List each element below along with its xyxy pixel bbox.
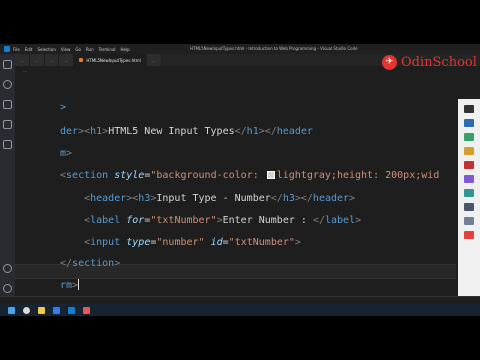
redo-tool-icon[interactable] — [464, 217, 474, 225]
color-swatch[interactable] — [266, 171, 275, 179]
windows-taskbar — [0, 304, 480, 316]
status-bar — [0, 296, 480, 304]
undo-tool-icon[interactable] — [464, 203, 474, 211]
tab-label: ... — [64, 57, 69, 63]
text-tool-icon[interactable] — [464, 189, 474, 197]
code-line: rm> — [60, 279, 80, 291]
tab[interactable]: ... — [29, 54, 45, 66]
code-line: <section style="background-color: lightg… — [60, 170, 440, 181]
start-icon[interactable] — [8, 306, 15, 314]
clear-tool-icon[interactable] — [464, 231, 474, 239]
right-toolbar — [458, 99, 480, 299]
menu-file[interactable]: File — [13, 47, 20, 52]
search-icon[interactable] — [3, 80, 12, 89]
breadcrumb-text[interactable]: ... — [23, 68, 27, 73]
code-line: </section> — [60, 258, 121, 269]
tab[interactable]: ... — [59, 54, 75, 66]
tab-label: ... — [151, 57, 156, 63]
search-taskbar-icon[interactable] — [23, 306, 30, 314]
menu-go[interactable]: Go — [75, 47, 81, 52]
menu-help[interactable]: Help — [121, 47, 130, 52]
extensions-icon[interactable] — [3, 140, 12, 149]
tab[interactable]: ... — [15, 54, 30, 66]
menu-view[interactable]: View — [61, 47, 71, 52]
menu-edit[interactable]: Edit — [25, 47, 33, 52]
run-debug-icon[interactable] — [3, 120, 12, 129]
html-file-icon — [79, 58, 84, 62]
tab-label: ... — [49, 57, 54, 63]
settings-gear-icon[interactable] — [3, 284, 12, 293]
menu-terminal[interactable]: Terminal — [99, 47, 116, 52]
text-cursor — [78, 279, 80, 290]
code-line: <header><h3>Input Type - Number</h3></he… — [84, 193, 356, 204]
menu-selection[interactable]: Selection — [37, 47, 55, 52]
logo-text: OdinSchool — [401, 54, 477, 70]
app-taskbar-icon[interactable] — [83, 306, 90, 314]
pen-tool-icon[interactable] — [464, 119, 474, 127]
code-line: m> — [60, 148, 73, 159]
odinschool-logo-icon: ✈ — [382, 54, 397, 70]
file-explorer-icon[interactable] — [38, 306, 45, 314]
tab-label: HTML5NewInputTypes.html — [86, 57, 141, 63]
eraser-tool-icon[interactable] — [464, 161, 474, 169]
edge-browser-icon[interactable] — [53, 306, 60, 314]
code-line: > — [60, 102, 67, 113]
color-tool-icon[interactable] — [464, 175, 474, 183]
code-line: <label for="txtNumber">Enter Number : </… — [84, 215, 362, 226]
window-title: HTML5NewInputTypes.html - Introduction t… — [190, 46, 358, 51]
account-icon[interactable] — [3, 264, 12, 273]
vscode-taskbar-icon[interactable] — [68, 306, 75, 314]
tab-label: ... — [20, 57, 24, 63]
activity-bar — [0, 54, 15, 306]
code-line: der><h1>HTML5 New Input Types</h1></head… — [60, 126, 313, 137]
vscode-window: File Edit Selection View Go Run Terminal… — [0, 44, 480, 316]
pointer-tool-icon[interactable] — [464, 105, 474, 113]
tab-active[interactable]: HTML5NewInputTypes.html — [74, 54, 147, 66]
tab-label: ... — [34, 57, 39, 63]
highlighter-tool-icon[interactable] — [464, 133, 474, 141]
odinschool-logo: ✈ OdinSchool — [382, 54, 477, 70]
menu-run[interactable]: Run — [86, 47, 94, 52]
explorer-icon[interactable] — [3, 60, 12, 69]
vscode-logo-icon — [4, 46, 10, 52]
title-bar: File Edit Selection View Go Run Terminal… — [0, 44, 480, 54]
code-editor[interactable]: > der><h1>HTML5 New Input Types</h1></he… — [15, 74, 456, 304]
tab[interactable]: ... — [146, 54, 162, 66]
code-line: <input type="number" id="txtNumber"> — [84, 237, 301, 248]
source-control-icon[interactable] — [3, 100, 12, 109]
tab[interactable]: ... — [44, 54, 60, 66]
shape-tool-icon[interactable] — [464, 147, 474, 155]
